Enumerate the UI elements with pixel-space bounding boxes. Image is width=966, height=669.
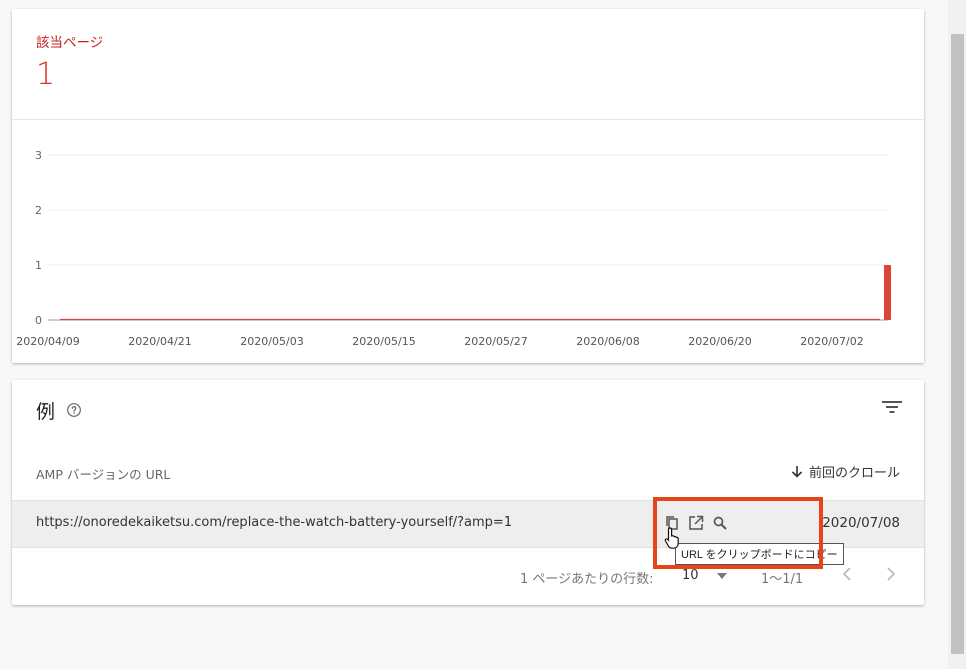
pages-chart-card: 該当ページ 1 0 1 2 3 2020/04/09 2020/04/21 2020/05/… [12, 9, 924, 363]
row-url: https://onoredekaiketsu.com/replace-the-… [36, 515, 513, 530]
examples-card: 例 AMP バージョンの URL 前回のクロール https://onorede… [12, 380, 924, 605]
x-tick-label: 2020/06/08 [576, 335, 639, 348]
hand-cursor-icon [664, 527, 679, 549]
filter-icon[interactable] [882, 399, 902, 415]
x-tick-label: 2020/04/09 [16, 335, 79, 348]
help-icon[interactable] [66, 402, 82, 418]
column-header-url: AMP バージョンの URL [36, 467, 171, 482]
metric-value: 1 [36, 57, 56, 92]
rows-per-page-select[interactable]: 10 [682, 568, 727, 583]
examples-title: 例 [36, 401, 56, 423]
metric-label: 該当ページ [36, 35, 104, 51]
prev-page-icon[interactable] [842, 566, 852, 582]
y-tick-label: 3 [35, 149, 42, 162]
chart-bar [884, 265, 891, 320]
x-tick-label: 2020/05/15 [352, 335, 415, 348]
row-last-crawl: 2020/07/08 [822, 515, 900, 531]
sort-last-crawl-button[interactable]: 前回のクロール [791, 462, 900, 481]
x-tick-label: 2020/07/02 [800, 335, 863, 348]
y-tick-label: 1 [35, 259, 42, 272]
y-tick-label: 2 [35, 204, 42, 217]
column-header-crawl: 前回のクロール [808, 466, 900, 481]
x-tick-label: 2020/04/21 [128, 335, 191, 348]
y-tick-label: 0 [35, 314, 42, 327]
pages-chart: 0 1 2 3 2020/04/09 2020/04/21 2020/05/03 2020/0… [16, 149, 891, 348]
dropdown-arrow-icon [716, 572, 727, 579]
arrow-down-icon [791, 466, 803, 478]
x-tick-label: 2020/05/03 [240, 335, 303, 348]
rows-per-page-label: 1 ページあたりの行数: [520, 572, 654, 587]
rows-per-page-value: 10 [682, 568, 699, 583]
page-range: 1〜1/1 [761, 572, 804, 587]
x-tick-label: 2020/06/20 [688, 335, 751, 348]
next-page-icon[interactable] [886, 566, 896, 582]
scrollbar-thumb[interactable] [951, 34, 964, 654]
x-tick-label: 2020/05/27 [464, 335, 527, 348]
